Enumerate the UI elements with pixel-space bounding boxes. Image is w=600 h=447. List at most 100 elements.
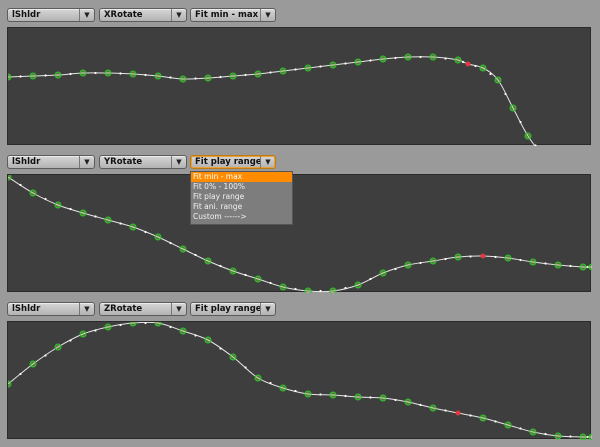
keyframe[interactable] [279,283,287,291]
keyframe[interactable] [504,421,512,429]
menu-item-fit-play-range[interactable]: Fit play range [191,192,292,202]
curve-sample-dot [219,347,222,350]
keyframe[interactable] [104,216,112,224]
menu-item-fit-ani-range[interactable]: Fit ani. range [191,202,292,212]
fit-dropdown-3[interactable]: Fit play range ▼ [190,302,276,316]
keyframe[interactable] [579,433,587,440]
curve-panel-1[interactable] [7,27,592,146]
keyframe[interactable] [254,275,262,283]
keyframe[interactable] [524,132,532,140]
dropdown-arrow-icon: ▼ [79,303,94,315]
keyframe[interactable] [554,261,562,269]
channel-dropdown-2[interactable]: YRotate ▼ [99,155,187,169]
fit-dropdown-2[interactable]: Fit play range ▼ [190,155,276,169]
keyframe[interactable] [54,201,62,209]
keyframe[interactable] [429,404,437,412]
keyframe[interactable] [79,209,87,217]
keyframe[interactable] [154,72,162,80]
keyframe[interactable] [8,175,12,181]
keyframe[interactable] [254,70,262,78]
keyframe[interactable] [529,428,537,436]
keyframe[interactable] [204,336,212,344]
keyframe[interactable] [29,72,37,80]
fit-mode-menu[interactable]: Fit min - max Fit 0% - 100% Fit play ran… [190,171,293,225]
keyframe-selected[interactable] [480,253,486,259]
keyframe[interactable] [29,189,37,197]
keyframe[interactable] [54,71,62,79]
keyframe[interactable] [329,287,337,293]
keyframe[interactable] [229,267,237,275]
joint-dropdown-3[interactable]: lShldr ▼ [7,302,95,316]
keyframe[interactable] [129,322,137,327]
keyframe[interactable] [479,64,487,72]
animation-curve[interactable] [8,322,592,438]
keyframe[interactable] [304,64,312,72]
keyframe[interactable] [254,374,262,382]
curve-graph-2[interactable] [8,175,592,293]
keyframe[interactable] [479,414,487,422]
keyframe[interactable] [329,61,337,69]
keyframe[interactable] [404,53,412,61]
keyframe-selected[interactable] [465,61,471,67]
keyframe[interactable] [588,433,592,440]
keyframe[interactable] [179,75,187,83]
keyframe[interactable] [509,104,517,112]
keyframe[interactable] [454,253,462,261]
keyframe[interactable] [54,343,62,351]
keyframe[interactable] [429,257,437,265]
keyframe[interactable] [454,56,462,64]
keyframe[interactable] [229,72,237,80]
keyframe[interactable] [179,327,187,335]
keyframe[interactable] [204,74,212,82]
keyframe[interactable] [8,380,12,388]
curve-graph-1[interactable] [8,28,592,146]
keyframe[interactable] [154,233,162,241]
keyframe[interactable] [229,353,237,361]
channel-dropdown-3[interactable]: ZRotate ▼ [99,302,187,316]
keyframe[interactable] [329,391,337,399]
curve-panel-3[interactable] [7,321,592,440]
keyframe[interactable] [404,261,412,269]
keyframe[interactable] [304,287,312,293]
keyframe[interactable] [579,263,587,271]
keyframe[interactable] [379,55,387,63]
keyframe[interactable] [8,73,12,81]
keyframe[interactable] [29,360,37,368]
curve-graph-3[interactable] [8,322,592,440]
keyframe-selected[interactable] [455,410,461,416]
keyframe[interactable] [354,281,362,289]
keyframe[interactable] [129,70,137,78]
keyframe[interactable] [354,393,362,401]
keyframe[interactable] [204,257,212,265]
keyframe[interactable] [379,394,387,402]
menu-item-fit-0-100[interactable]: Fit 0% - 100% [191,182,292,192]
channel-dropdown-1[interactable]: XRotate ▼ [99,8,187,22]
keyframe[interactable] [129,223,137,231]
keyframe[interactable] [104,323,112,331]
joint-dropdown-1[interactable]: lShldr ▼ [7,8,95,22]
keyframe[interactable] [79,69,87,77]
keyframe[interactable] [279,67,287,75]
curve-panel-2[interactable] [7,174,592,293]
keyframe[interactable] [354,58,362,66]
keyframe[interactable] [504,254,512,262]
keyframe[interactable] [379,269,387,277]
animation-curve[interactable] [8,176,592,293]
keyframe[interactable] [79,330,87,338]
fit-dropdown-1[interactable]: Fit min - max ▼ [190,8,276,22]
keyframe[interactable] [154,322,162,327]
animation-curve[interactable] [8,56,592,146]
menu-item-fit-min-max[interactable]: Fit min - max [191,172,292,182]
keyframe[interactable] [179,245,187,253]
menu-item-custom[interactable]: Custom ------> [191,212,292,222]
joint-dropdown-2[interactable]: lShldr ▼ [7,155,95,169]
keyframe[interactable] [304,390,312,398]
keyframe[interactable] [279,384,287,392]
keyframe[interactable] [529,258,537,266]
keyframe[interactable] [554,432,562,440]
keyframe[interactable] [588,263,592,271]
keyframe[interactable] [104,69,112,77]
keyframe[interactable] [494,76,502,84]
keyframe[interactable] [404,398,412,406]
keyframe[interactable] [429,53,437,61]
